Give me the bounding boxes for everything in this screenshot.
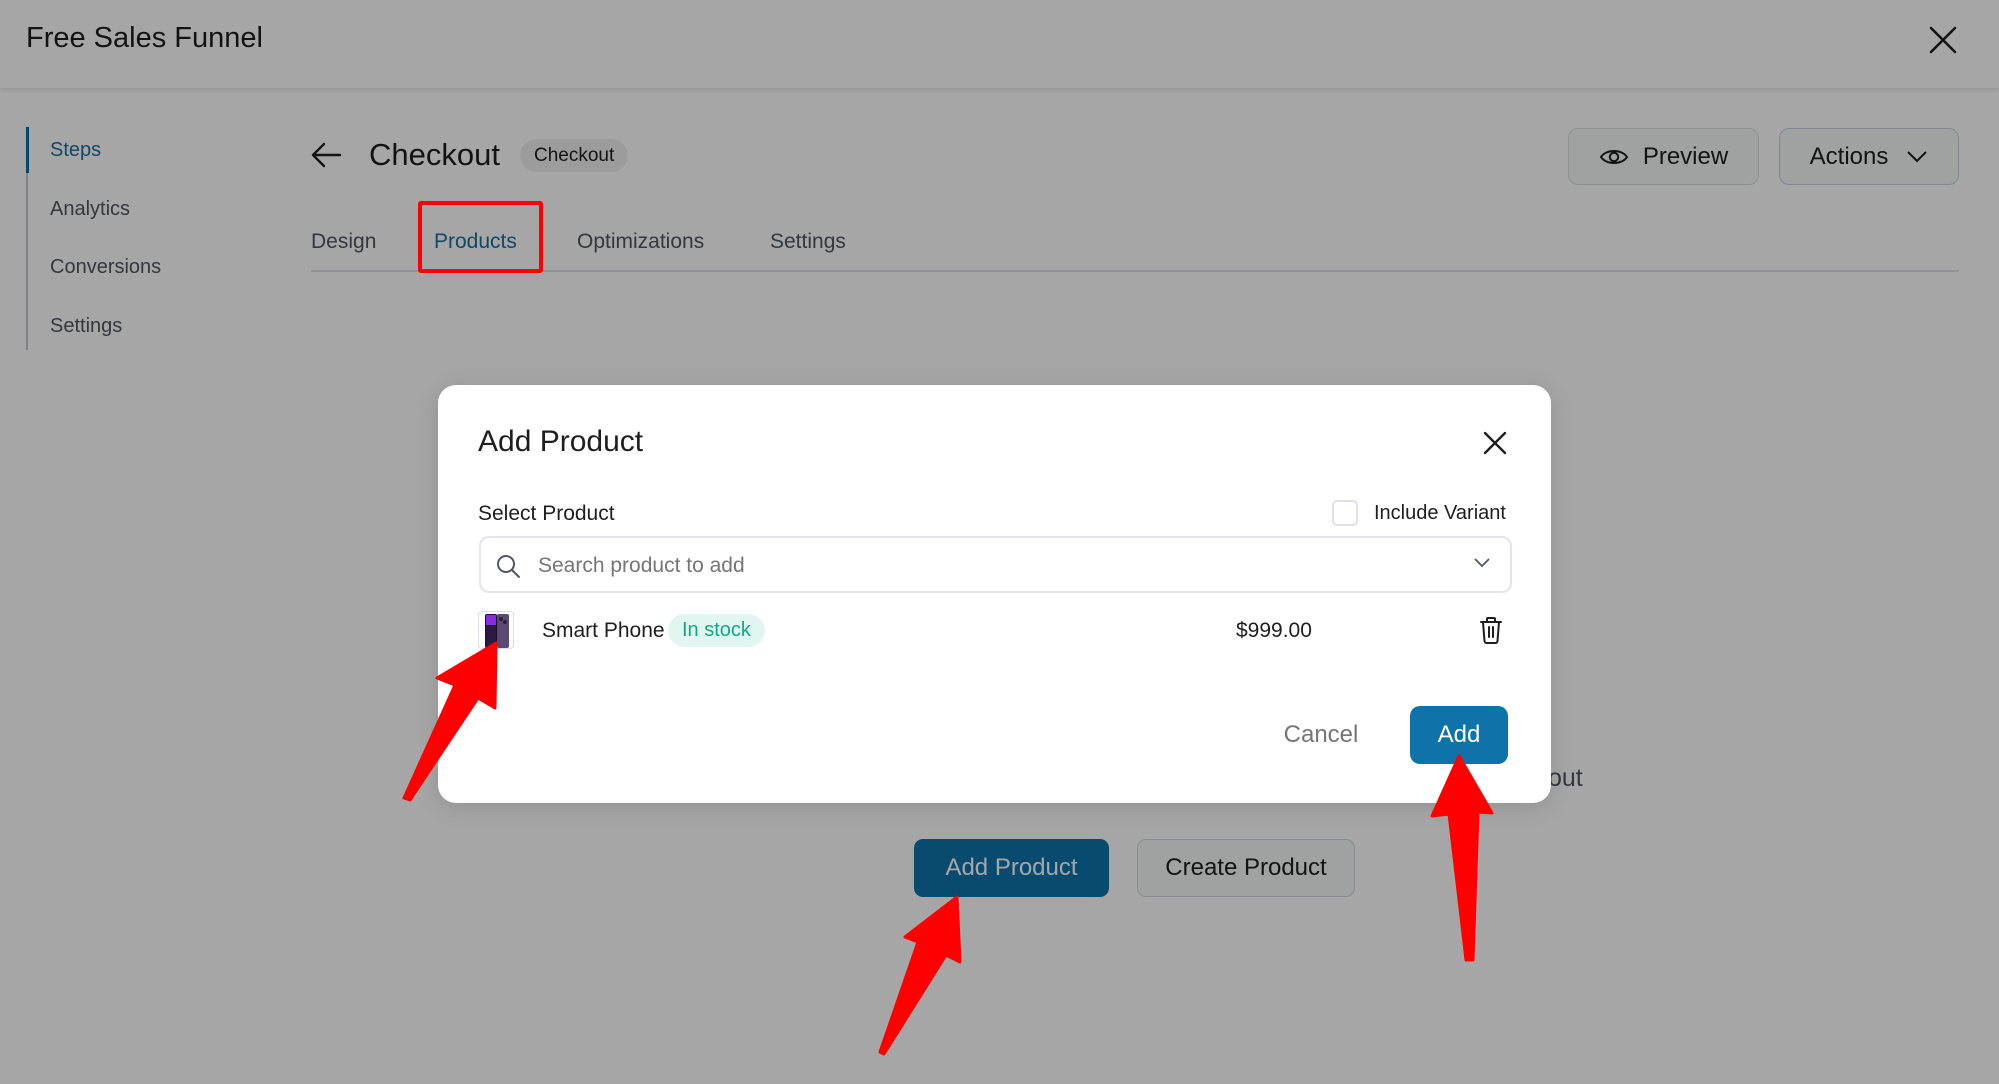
- search-icon: [497, 555, 520, 578]
- add-button[interactable]: Add: [1410, 706, 1508, 764]
- include-variant-checkbox[interactable]: [1332, 500, 1358, 526]
- modal-title: Add Product: [478, 425, 644, 458]
- cancel-button[interactable]: Cancel: [1261, 706, 1381, 764]
- chevron-down-icon[interactable]: [1473, 556, 1491, 568]
- trash-icon[interactable]: [1478, 615, 1504, 650]
- close-icon[interactable]: [1480, 428, 1510, 458]
- select-product-label: Select Product: [478, 502, 615, 525]
- search-input[interactable]: [536, 538, 1440, 593]
- product-search-select[interactable]: [479, 536, 1512, 593]
- product-price: $999.00: [1236, 619, 1312, 642]
- add-product-modal: Add Product Select Product Include Varia…: [438, 385, 1551, 803]
- include-variant-label[interactable]: Include Variant: [1374, 502, 1506, 525]
- product-name: Smart Phone: [542, 619, 665, 642]
- product-list-item: Smart Phone In stock $999.00: [478, 611, 1518, 651]
- annotation-highlight-box: [418, 201, 543, 273]
- product-thumbnail: [478, 611, 514, 649]
- stock-status-badge: In stock: [668, 614, 765, 647]
